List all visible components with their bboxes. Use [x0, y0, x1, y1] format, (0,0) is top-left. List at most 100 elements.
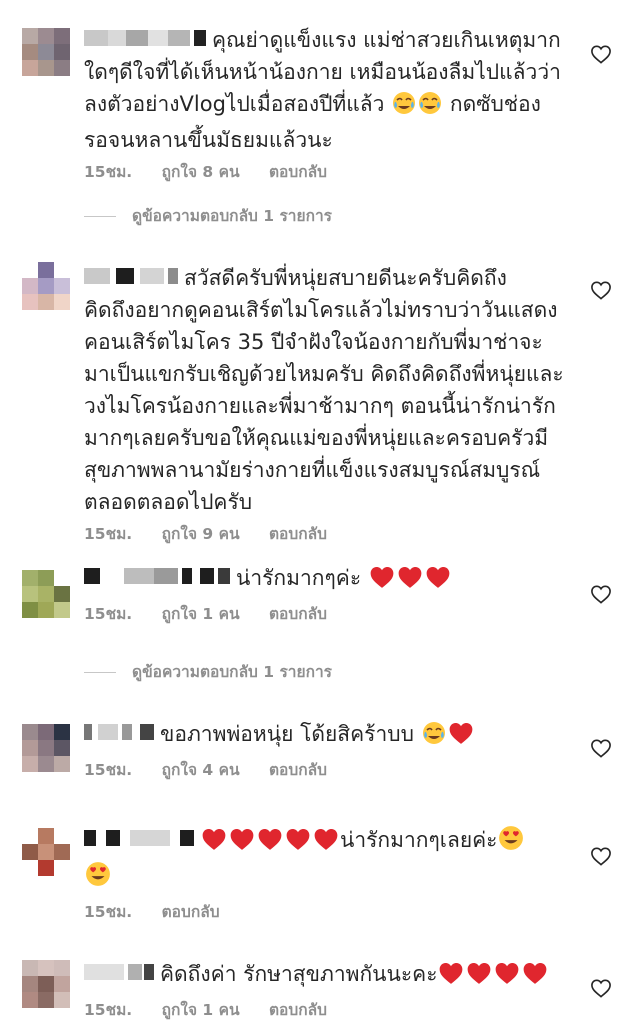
username-redacted[interactable] [84, 722, 156, 744]
username-redacted[interactable] [84, 566, 232, 588]
avatar[interactable] [22, 828, 70, 876]
likes-count[interactable]: ถูกใจ 8 คน [162, 160, 240, 184]
avatar-pixel [54, 262, 70, 278]
username-redacted[interactable] [84, 28, 208, 50]
comment-text: น่ารักมากๆเลยค่ะ [84, 824, 584, 896]
comment-meta: 15ชม. ถูกใจ 1 คน ตอบกลับ [84, 602, 584, 626]
avatar[interactable] [22, 28, 70, 76]
avatar-pixel [22, 960, 38, 976]
avatar-pixel [22, 278, 38, 294]
likes-count[interactable]: ถูกใจ 1 คน [162, 998, 240, 1022]
avatar-pixel [54, 570, 70, 586]
avatar-pixel [22, 28, 38, 44]
avatar[interactable] [22, 570, 70, 618]
likes-count[interactable]: ถูกใจ 1 คน [162, 602, 240, 626]
comment-text-main: น่ารักมากๆเลยค่ะ [340, 828, 498, 852]
red-heart-icon [522, 961, 548, 994]
smiling-face-with-heart-eyes-icon [498, 825, 524, 860]
comment-text-line-1: สวัสดีครับพี่หนุ่ยสบายดีนะครับคิดถึง [184, 266, 507, 290]
avatar-pixel [38, 724, 54, 740]
comment-text: น่ารักมากๆค่ะ [84, 562, 584, 598]
timestamp: 15ชม. [84, 1001, 133, 1019]
reply-button[interactable]: ตอบกลับ [162, 900, 220, 924]
avatar-pixel [22, 828, 38, 844]
avatar-pixel [54, 278, 70, 294]
avatar-pixel [54, 992, 70, 1008]
avatar-pixel [22, 724, 38, 740]
avatar-pixel [54, 294, 70, 310]
comment-text-line-6: มากๆเลยครับขอให้คุณแม่ของพี่หนุ่ยและครอบ… [84, 426, 549, 450]
comment-text: ขอภาพพ่อหนุ่ย โด้ยสิคร้าบบ [84, 718, 584, 754]
divider-line [84, 216, 116, 217]
username-redacted[interactable] [84, 828, 196, 850]
red-heart-icon [397, 565, 423, 598]
avatar-pixel [54, 860, 70, 876]
red-heart-icon [257, 827, 283, 860]
avatar-pixel [22, 60, 38, 76]
timestamp: 15ชม. [84, 761, 133, 779]
timestamp: 15ชม. [84, 163, 133, 181]
comment-text-line-3: คอนเสิร์ตไมโคร 35 ปีจำฝังใจน้องกายกับพี่… [84, 330, 543, 354]
reply-button[interactable]: ตอบกลับ [269, 160, 327, 184]
avatar-pixel [38, 60, 54, 76]
avatar-pixel [54, 960, 70, 976]
avatar-pixel [38, 828, 54, 844]
reply-button[interactable]: ตอบกลับ [269, 602, 327, 626]
view-replies-label: ดูข้อความตอบกลับ 1 รายการ [132, 663, 333, 681]
reply-button[interactable]: ตอบกลับ [269, 758, 327, 782]
red-heart-icon [369, 565, 395, 598]
comment-text-line-8: ตลอดตลอดไปครับ [84, 490, 253, 514]
red-heart-icon [201, 827, 227, 860]
avatar[interactable] [22, 262, 70, 310]
comment-text-line-3: ลงตัวอย่างVlogไปเมื่อสองปีที่แล้ว [84, 92, 385, 116]
avatar-pixel [22, 756, 38, 772]
comment-meta: 15ชม. ตอบกลับ [84, 900, 584, 924]
face-with-tears-of-joy-icon [422, 721, 446, 754]
red-heart-icon [448, 721, 474, 754]
red-heart-icon [425, 565, 451, 598]
divider-line [84, 672, 116, 673]
red-heart-icon [285, 827, 311, 860]
avatar-pixel [22, 844, 38, 860]
username-redacted[interactable] [84, 266, 180, 288]
avatar-pixel [38, 570, 54, 586]
avatar[interactable] [22, 960, 70, 1008]
comment-text-line-1: คุณย่าดูแข็งแรง แม่ช่าสวยเกินเหตุมาก [212, 28, 561, 52]
avatar-pixel [54, 724, 70, 740]
avatar-pixel [22, 570, 38, 586]
avatar-pixel [38, 860, 54, 876]
like-heart-icon[interactable] [590, 280, 612, 300]
view-replies-button[interactable]: ดูข้อความตอบกลับ 1 รายการ [84, 660, 332, 684]
like-heart-icon[interactable] [590, 978, 612, 998]
avatar-pixel [54, 844, 70, 860]
comment-text-line-7: สุขภาพพลานามัยร่างกายที่แข็งแรงสมบูรณ์สม… [84, 458, 541, 482]
view-replies-button[interactable]: ดูข้อความตอบกลับ 1 รายการ [84, 204, 332, 228]
reply-button[interactable]: ตอบกลับ [269, 998, 327, 1022]
reply-button[interactable]: ตอบกลับ [269, 522, 327, 546]
avatar-pixel [38, 278, 54, 294]
like-heart-icon[interactable] [590, 584, 612, 604]
avatar[interactable] [22, 724, 70, 772]
comment-meta: 15ชม. ถูกใจ 1 คน ตอบกลับ [84, 998, 584, 1022]
avatar-pixel [38, 44, 54, 60]
avatar-pixel [38, 28, 54, 44]
avatar-pixel [38, 960, 54, 976]
comment-meta: 15ชม. ถูกใจ 8 คน ตอบกลับ [84, 160, 584, 184]
face-with-tears-of-joy-icon [418, 91, 442, 124]
comment-text-main: น่ารักมากๆค่ะ [236, 566, 362, 590]
avatar-pixel [38, 294, 54, 310]
comment-text-main: คิดถึงค่า รักษาสุขภาพกันนะคะ [160, 962, 438, 986]
avatar-pixel [54, 756, 70, 772]
timestamp: 15ชม. [84, 525, 133, 543]
avatar-pixel [22, 262, 38, 278]
like-heart-icon[interactable] [590, 846, 612, 866]
red-heart-icon [438, 961, 464, 994]
avatar-pixel [22, 740, 38, 756]
likes-count[interactable]: ถูกใจ 4 คน [162, 758, 240, 782]
like-heart-icon[interactable] [590, 44, 612, 64]
like-heart-icon[interactable] [590, 738, 612, 758]
avatar-pixel [22, 586, 38, 602]
comment-text: คิดถึงค่า รักษาสุขภาพกันนะคะ [84, 958, 584, 994]
username-redacted[interactable] [84, 962, 156, 984]
likes-count[interactable]: ถูกใจ 9 คน [162, 522, 240, 546]
